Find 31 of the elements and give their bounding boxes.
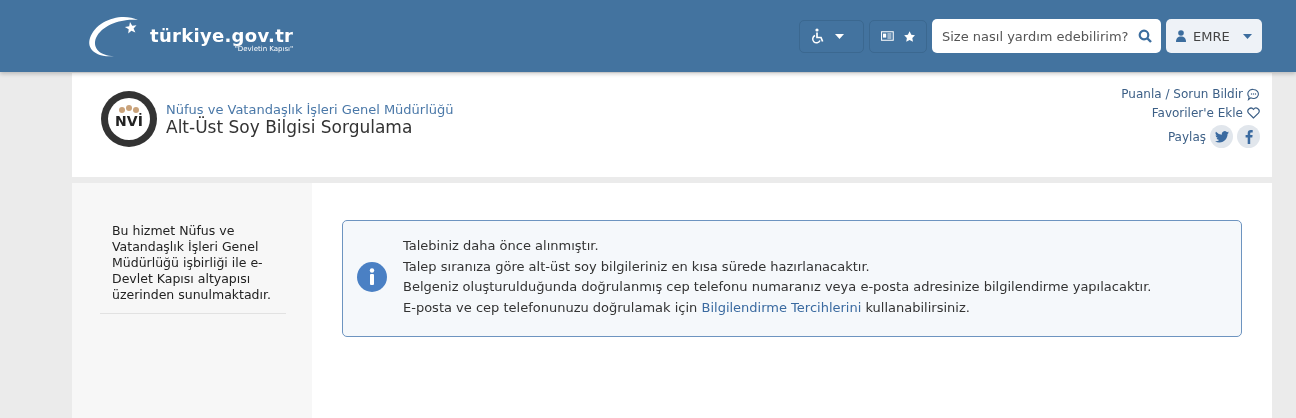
accessibility-button[interactable] (799, 19, 864, 53)
agency-name: Nüfus ve Vatandaşlık İşleri Genel Müdürlüğü (166, 101, 454, 117)
facebook-button[interactable] (1237, 125, 1260, 148)
id-card-icon (881, 30, 894, 42)
user-menu-button[interactable]: EMRE (1166, 19, 1262, 53)
chat-bubble-icon (1247, 87, 1260, 101)
notice-line: Talebiniz daha önce alınmıştır. (403, 237, 600, 255)
heart-icon (1247, 107, 1260, 119)
logo-text: türkiye.gov.tr (150, 25, 294, 46)
service-title: Alt-Üst Soy Bilgisi Sorgulama (166, 116, 413, 137)
service-description: Bu hizmet Nüfus ve Vatandaşlık İşleri Genel Müdürlüğü işbirliği ile e-Devlet Kapısı altyapısı üzerinden sunulmaktadır. (100, 223, 286, 314)
wheelchair-icon (811, 28, 825, 44)
preferences-link[interactable]: Bilgilendirme Tercihlerini (701, 299, 862, 315)
search-field[interactable]: Size nasıl yardım edebilirim? (932, 19, 1161, 53)
notice-line: Belgeniz oluşturulduğunda doğrulanmış cep telefonu numaranız veya e-posta adresinize bilgilendirme yapılacaktır. (403, 278, 1152, 296)
facebook-icon (1244, 129, 1253, 144)
star-icon (903, 29, 915, 43)
search-icon[interactable] (1138, 29, 1152, 43)
agency-emblem: NVİ (100, 90, 158, 148)
caret-icon (1243, 33, 1252, 39)
notice-line: Talep sıranıza göre alt-üst soy bilgileriniz en kısa sürede hazırlanacaktır. (403, 257, 871, 276)
notice-line: E-posta ve cep telefonunuzu doğrulamak için Bilgilendirme Tercihlerini kullanabilirsiniz. (403, 298, 971, 317)
share-label: Paylaş (1167, 129, 1206, 144)
favorite-link[interactable]: Favoriler'e Ekle (1151, 106, 1260, 120)
rate-link[interactable]: Puanla / Sorun Bildir (1121, 87, 1260, 101)
id-card-favorites-button[interactable] (869, 19, 927, 53)
twitter-button[interactable] (1210, 125, 1233, 148)
info-icon (357, 262, 387, 292)
caret-icon (835, 33, 844, 39)
bird-icon (1214, 130, 1229, 143)
user-icon (1176, 30, 1186, 42)
